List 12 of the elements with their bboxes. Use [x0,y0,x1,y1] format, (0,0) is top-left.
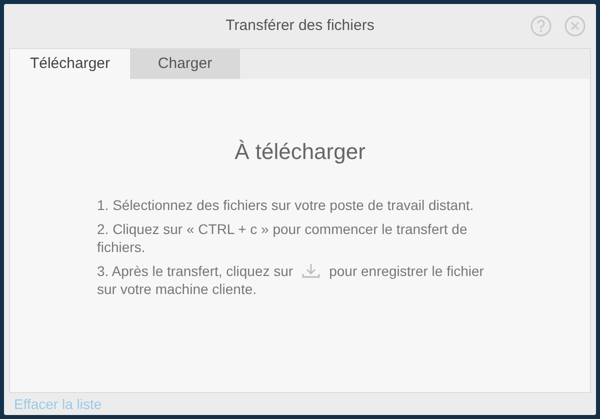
window-title: Transférer des fichiers [226,16,374,36]
help-icon[interactable] [530,15,552,37]
instruction-text: 2. Cliquez sur « CTRL + c » pour commencer le transfert de fichiers. [97,220,468,256]
download-icon [301,263,322,279]
instruction-text: 1. Sélectionnez des fichiers sur votre poste de travail distant. [97,196,475,214]
tab[interactable]: Télécharger [10,49,130,79]
tab[interactable]: Charger [130,49,240,79]
instruction-text: 3. Après le transfert, cliquez sur [97,262,294,280]
instruction-text: pour enregistrer le fichier [329,262,484,280]
panel-heading: À télécharger [234,138,366,166]
close-icon[interactable] [564,15,586,37]
instruction-text: sur votre machine cliente. [97,280,257,298]
